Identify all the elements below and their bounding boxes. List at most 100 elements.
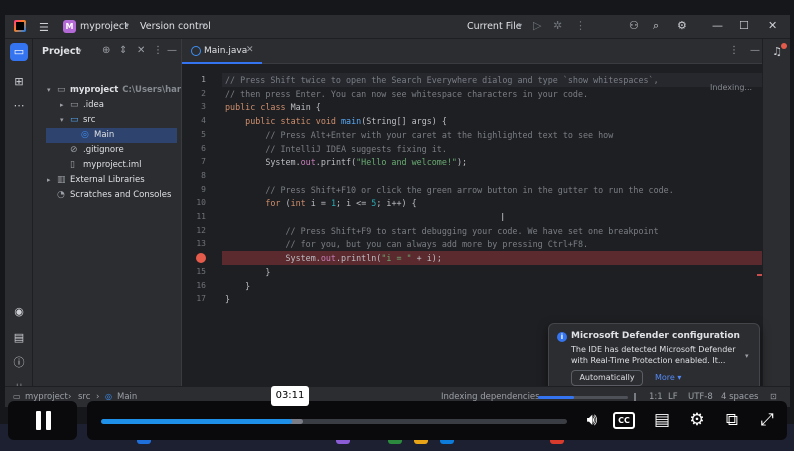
code-line[interactable]: // Press Shift+F9 to start debugging you…: [222, 224, 763, 238]
project-path: C:\Users\haris\Ide: [122, 85, 181, 95]
project-badge[interactable]: M: [63, 20, 76, 33]
close-tab-icon[interactable]: ✕: [246, 45, 254, 55]
code-line[interactable]: // Press Alt+Enter with your caret at th…: [222, 128, 763, 142]
tree-item-scratches[interactable]: ◔ Scratches and Consoles: [33, 188, 181, 203]
code-line[interactable]: [222, 169, 763, 183]
line-number[interactable]: 6: [182, 142, 206, 156]
automatically-button[interactable]: Automatically: [571, 370, 643, 386]
tree-item-external-libraries[interactable]: ▸ ▥ External Libraries: [33, 173, 181, 188]
expand-collapse-icon[interactable]: ⇕: [119, 45, 127, 56]
hide-editor-icon[interactable]: —: [750, 45, 760, 56]
code-line[interactable]: // for you, but you can always add more …: [222, 237, 763, 251]
debug-icon[interactable]: ✲: [553, 19, 562, 32]
pause-task-icon[interactable]: ‖: [633, 392, 637, 401]
tree-item-idea[interactable]: ▸ ▭ .idea: [33, 98, 181, 113]
tree-item-src[interactable]: ▾ ▭ src: [33, 113, 181, 128]
fullscreen-icon[interactable]: ⤢: [754, 409, 780, 431]
line-number[interactable]: 15: [182, 265, 206, 279]
chevron-down-icon[interactable]: ▾: [78, 47, 82, 55]
line-number[interactable]: 9: [182, 183, 206, 197]
picture-in-picture-icon[interactable]: ⧉: [719, 409, 745, 431]
line-number[interactable]: 11: [182, 210, 206, 224]
line-number[interactable]: 4: [182, 114, 206, 128]
code-line[interactable]: public class Main {: [222, 100, 763, 114]
close-panel-icon[interactable]: ✕: [137, 45, 145, 56]
settings-gear-icon[interactable]: ⚙: [684, 409, 710, 431]
line-number[interactable]: 8: [182, 169, 206, 183]
right-tool-strip: ♫: [762, 39, 790, 386]
run-configuration-selector[interactable]: Current File: [467, 21, 522, 32]
more-actions-icon[interactable]: ⋮: [575, 19, 586, 32]
code-line[interactable]: System.out.println("i = " + i);: [222, 251, 763, 266]
tab-options-icon[interactable]: ⋮: [729, 45, 739, 56]
volume-icon[interactable]: 🔊︎: [579, 409, 605, 431]
code-line[interactable]: }: [222, 279, 763, 293]
more-link-label: More: [655, 373, 675, 382]
line-number[interactable]: 1: [182, 73, 206, 87]
chevron-down-icon[interactable]: ▾: [60, 113, 64, 128]
breakpoint-icon[interactable]: [196, 253, 206, 264]
line-number-gutter[interactable]: 1234567891011121314151617: [182, 64, 222, 386]
line-number[interactable]: 3: [182, 100, 206, 114]
lock-icon[interactable]: ⊡: [770, 392, 777, 401]
locate-icon[interactable]: ⊕: [102, 45, 110, 56]
main-menu-icon[interactable]: ☰: [39, 21, 49, 34]
more-link[interactable]: More ▾: [655, 373, 681, 382]
terminal-icon[interactable]: ▤: [10, 329, 28, 347]
line-number[interactable]: 2: [182, 87, 206, 101]
more-tools-icon[interactable]: ⋯: [10, 97, 28, 115]
run-icon[interactable]: ▷: [533, 19, 541, 32]
settings-gear-icon[interactable]: ⚙: [677, 19, 687, 32]
line-number[interactable]: 12: [182, 224, 206, 238]
code-line[interactable]: }: [222, 292, 763, 306]
tree-item-gitignore[interactable]: ⊘ .gitignore: [33, 143, 181, 158]
line-number[interactable]: 16: [182, 279, 206, 293]
chevron-down-icon[interactable]: ▾: [47, 83, 51, 98]
add-user-icon[interactable]: ⚇: [629, 19, 639, 32]
chevron-down-icon[interactable]: ▾: [202, 21, 206, 30]
transcript-search-icon[interactable]: ▤: [649, 409, 675, 431]
chevron-down-icon[interactable]: ▾: [518, 21, 522, 30]
line-number[interactable]: 13: [182, 237, 206, 251]
code-line[interactable]: // then press Enter. You can now see whi…: [222, 87, 763, 101]
captions-button[interactable]: CC: [613, 412, 635, 429]
line-number[interactable]: 5: [182, 128, 206, 142]
project-switcher[interactable]: myproject: [80, 21, 128, 32]
code-line[interactable]: System.out.printf("Hello and welcome!");: [222, 155, 763, 169]
version-control-menu[interactable]: Version control: [140, 21, 211, 32]
problems-icon[interactable]: ⓘ: [10, 354, 28, 372]
project-tool-icon[interactable]: ▭: [10, 43, 28, 61]
minimize-icon[interactable]: —: [712, 19, 723, 32]
line-number[interactable]: 17: [182, 292, 206, 306]
hide-panel-icon[interactable]: —: [167, 45, 177, 56]
breadcrumb-src[interactable]: src: [78, 392, 90, 402]
maximize-icon[interactable]: ☐: [739, 19, 749, 32]
line-number[interactable]: 10: [182, 196, 206, 210]
code-line[interactable]: public static void main(String[] args) {: [222, 114, 763, 128]
seek-buffered: [290, 419, 304, 424]
chevron-right-icon[interactable]: ▸: [47, 173, 51, 188]
search-icon[interactable]: ⌕: [653, 19, 659, 33]
expand-chevron-icon[interactable]: ▾: [745, 352, 749, 360]
chevron-right-icon[interactable]: ▸: [60, 98, 64, 113]
code-line[interactable]: [222, 210, 763, 224]
code-line[interactable]: // Press Shift twice to open the Search …: [222, 73, 763, 87]
indexing-progress-bar: [538, 396, 628, 399]
tab-main-java[interactable]: Main.java ✕: [182, 39, 262, 64]
line-number[interactable]: 7: [182, 155, 206, 169]
run-tool-icon[interactable]: ◉: [10, 303, 28, 321]
tree-item-main[interactable]: ◎ Main: [46, 128, 177, 143]
chevron-down-icon[interactable]: ▾: [125, 21, 129, 30]
code-line[interactable]: // Press Shift+F10 or click the green ar…: [222, 183, 763, 197]
structure-tool-icon[interactable]: ⊞: [10, 73, 28, 91]
pause-button[interactable]: [8, 401, 77, 440]
project-panel-title[interactable]: Project: [42, 46, 80, 57]
close-icon[interactable]: ✕: [768, 19, 777, 32]
tree-item-myproject-iml[interactable]: ▯ myproject.iml: [33, 158, 181, 173]
options-icon[interactable]: ⋮: [153, 45, 163, 56]
code-line[interactable]: for (int i = 1; i <= 5; i++) {: [222, 196, 763, 210]
tree-item-myproject[interactable]: ▾ ▭ myprojectC:\Users\haris\Ide: [33, 83, 181, 98]
code-line[interactable]: }: [222, 265, 763, 279]
code-line[interactable]: // IntelliJ IDEA suggests fixing it.: [222, 142, 763, 156]
seek-bar[interactable]: [101, 419, 567, 424]
